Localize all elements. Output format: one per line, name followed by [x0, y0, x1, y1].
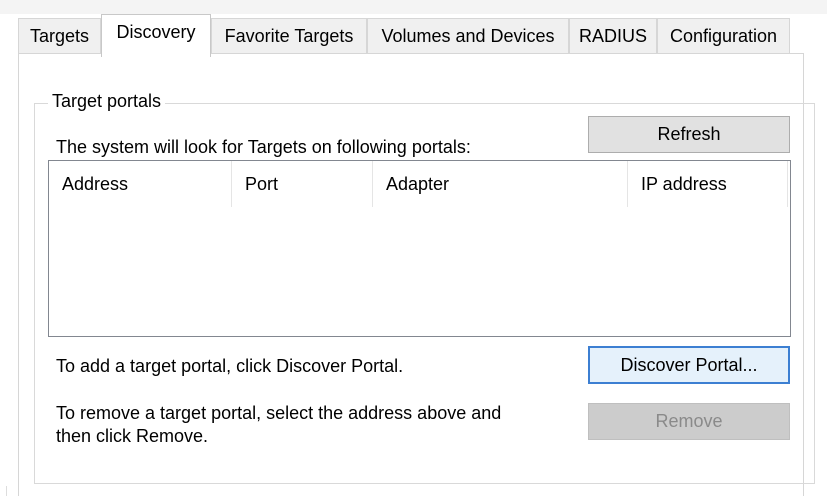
remove-portal-hint-line2: then click Remove. — [56, 426, 209, 446]
column-header-port[interactable]: Port — [232, 161, 373, 207]
tab-configuration[interactable]: Configuration — [657, 18, 790, 53]
tab-targets[interactable]: Targets — [18, 18, 101, 53]
tab-volumes-and-devices[interactable]: Volumes and Devices — [367, 18, 569, 53]
discover-portal-button[interactable]: Discover Portal... — [588, 346, 790, 384]
column-header-adapter[interactable]: Adapter — [373, 161, 628, 207]
remove-button[interactable]: Remove — [588, 403, 790, 440]
target-portals-title: Target portals — [48, 90, 166, 112]
tab-favorite-targets[interactable]: Favorite Targets — [211, 18, 367, 53]
remove-portal-hint-line1: To remove a target portal, select the ad… — [56, 403, 502, 423]
add-portal-hint: To add a target portal, click Discover P… — [56, 356, 404, 376]
column-header-address[interactable]: Address — [49, 161, 232, 207]
window-left-border — [6, 486, 7, 496]
portals-description: The system will look for Targets on foll… — [56, 137, 471, 157]
refresh-button[interactable]: Refresh — [588, 116, 790, 153]
tab-radius[interactable]: RADIUS — [569, 18, 657, 53]
portals-list[interactable]: Address Port Adapter IP address — [48, 160, 791, 337]
tab-strip: Targets Discovery Favorite Targets Volum… — [0, 0, 827, 60]
tab-discovery[interactable]: Discovery — [101, 14, 211, 57]
column-header-ip-address[interactable]: IP address — [628, 161, 788, 207]
